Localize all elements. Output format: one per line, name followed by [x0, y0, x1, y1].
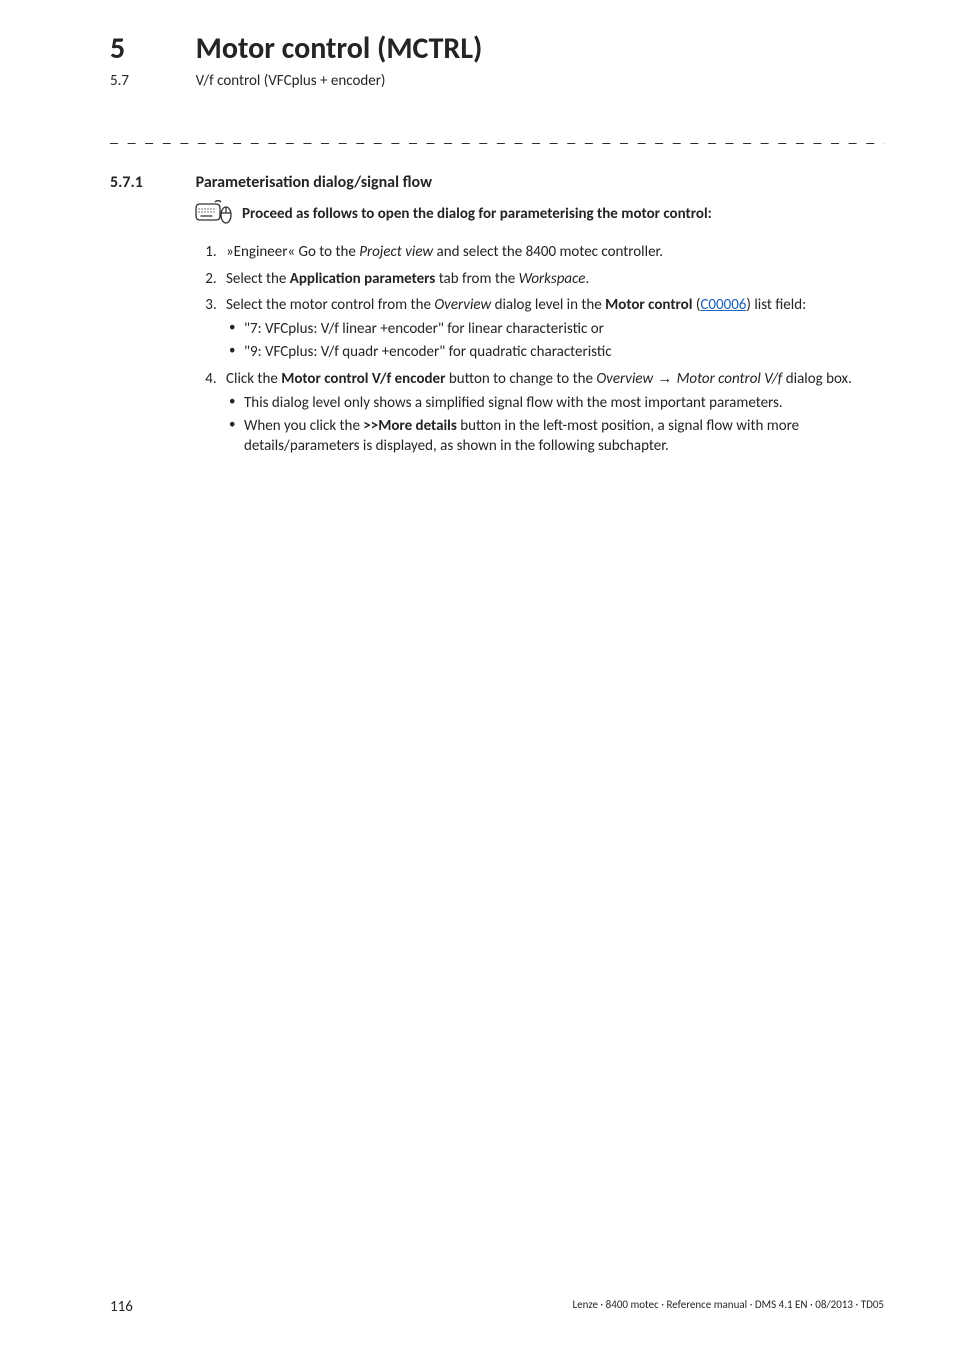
text-bold: Motor control	[605, 296, 692, 314]
text: button to change to the	[445, 370, 596, 388]
sublist: This dialog level only shows a simplifie…	[226, 393, 884, 457]
footer-meta: Lenze · 8400 motec · Reference manual · …	[572, 1298, 884, 1316]
cross-ref-link[interactable]: C00006	[700, 296, 746, 314]
text-ital: Workspace	[519, 270, 586, 288]
text-bold: Application parameters	[290, 270, 436, 288]
text-bold: >>More details	[363, 417, 457, 435]
subsection-number: 5.7.1	[110, 173, 192, 192]
list-item: When you click the >>More details button…	[244, 416, 884, 457]
page: 5 Motor control (MCTRL) 5.7 V/f control …	[0, 0, 954, 1350]
page-footer: 116 Lenze · 8400 motec · Reference manua…	[110, 1298, 884, 1316]
text-bold: Motor control V/f encoder	[281, 370, 445, 388]
lead-row: Proceed as follows to open the dialog fo…	[192, 204, 884, 232]
text-ital: Overview	[596, 370, 653, 388]
text: Select the motor control from the	[226, 296, 434, 314]
text: Select the	[226, 270, 290, 288]
text: dialog level in the	[491, 296, 605, 314]
keyboard-mouse-icon	[192, 200, 234, 232]
chapter-title: Motor control (MCTRL)	[196, 30, 483, 67]
sublist: "7: VFCplus: V/f linear +encoder" for li…	[226, 319, 884, 363]
text: dialog box.	[782, 370, 852, 388]
section-title: V/f control (VFCplus + encoder)	[196, 72, 386, 90]
text-ital: Motor control V/f	[677, 370, 783, 388]
subsection-title: Parameterisation dialog/signal flow	[196, 173, 432, 192]
step-3: Select the motor control from the Overvi…	[220, 295, 884, 363]
step-4: Click the Motor control V/f encoder butt…	[220, 369, 884, 457]
list-item: This dialog level only shows a simplifie…	[244, 393, 884, 413]
arrow-icon: →	[653, 370, 676, 387]
body: Proceed as follows to open the dialog fo…	[192, 204, 884, 457]
list-item: "7: VFCplus: V/f linear +encoder" for li…	[244, 319, 884, 339]
step-1: »Engineer« Go to the Project view and se…	[220, 242, 884, 262]
section-header: 5.7 V/f control (VFCplus + encoder)	[110, 71, 884, 90]
text: tab from the	[435, 270, 518, 288]
text: .	[585, 270, 589, 288]
step-2: Select the Application parameters tab fr…	[220, 269, 884, 289]
page-number: 116	[110, 1298, 133, 1316]
text: ) list field:	[746, 296, 806, 314]
text: Click the	[226, 370, 281, 388]
lead-text: Proceed as follows to open the dialog fo…	[242, 204, 712, 224]
section-number: 5.7	[110, 72, 192, 90]
text: When you click the	[244, 417, 363, 435]
chapter-number: 5	[110, 30, 192, 67]
divider: _ _ _ _ _ _ _ _ _ _ _ _ _ _ _ _ _ _ _ _ …	[110, 128, 884, 147]
chapter-header: 5 Motor control (MCTRL)	[110, 30, 884, 67]
text-ital: Project view	[359, 243, 433, 261]
subsection-header: 5.7.1 Parameterisation dialog/signal flo…	[110, 173, 884, 192]
text: and select the 8400 motec controller.	[433, 243, 663, 261]
text-ital: Overview	[434, 296, 491, 314]
steps-list: »Engineer« Go to the Project view and se…	[192, 242, 884, 456]
list-item: "9: VFCplus: V/f quadr +encoder" for qua…	[244, 342, 884, 362]
text: »Engineer« Go to the	[226, 243, 359, 261]
